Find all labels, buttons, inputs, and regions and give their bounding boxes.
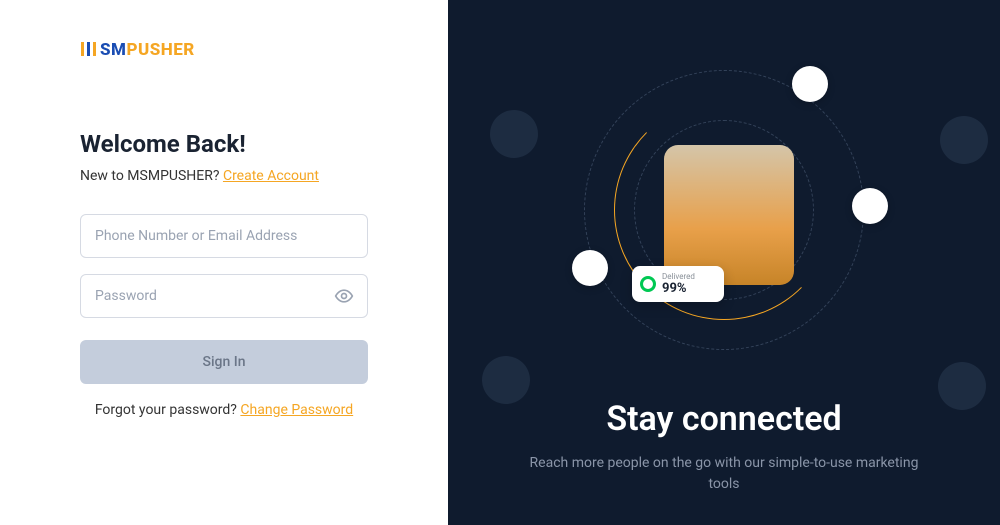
signup-prompt: New to MSMPUSHER? Create Account [80, 168, 368, 184]
logo-text-sm: SM [100, 40, 126, 60]
person-image [664, 145, 794, 285]
identifier-input[interactable] [80, 214, 368, 258]
forgot-prompt: Forgot your password? Change Password [80, 402, 368, 418]
logo-icon [80, 40, 98, 58]
login-panel: SMPUSHER Welcome Back! New to MSMPUSHER?… [0, 0, 448, 525]
identifier-field-wrap [80, 214, 368, 258]
avatar [940, 116, 988, 164]
show-password-icon[interactable] [334, 286, 354, 306]
target-icon [640, 276, 656, 292]
password-field-wrap [80, 274, 368, 318]
delivered-label: Delivered [662, 272, 714, 281]
hero-title: Stay connected [606, 399, 841, 439]
delivered-badge: Delivered 99% [632, 266, 724, 302]
hero-subtitle: Reach more people on the go with our sim… [524, 453, 924, 495]
envelope-icon [852, 188, 888, 224]
password-input[interactable] [80, 274, 368, 318]
signup-prompt-text: New to MSMPUSHER? [80, 168, 223, 184]
signin-button[interactable]: Sign In [80, 340, 368, 384]
avatar [482, 356, 530, 404]
hero-photo [664, 145, 794, 285]
hero-illustration: Delivered 99% [554, 60, 894, 360]
logo-text-pusher: PUSHER [126, 40, 194, 60]
hero-panel: Delivered 99% Stay connected Reach more … [448, 0, 1000, 525]
delivered-value: 99% [662, 281, 714, 296]
forgot-prompt-text: Forgot your password? [95, 402, 241, 418]
avatar [938, 362, 986, 410]
chat-icon [792, 66, 828, 102]
sim-icon [572, 250, 608, 286]
page-title: Welcome Back! [80, 130, 368, 158]
create-account-link[interactable]: Create Account [223, 168, 319, 184]
change-password-link[interactable]: Change Password [240, 402, 353, 418]
brand-logo: SMPUSHER [80, 40, 368, 60]
avatar [490, 110, 538, 158]
